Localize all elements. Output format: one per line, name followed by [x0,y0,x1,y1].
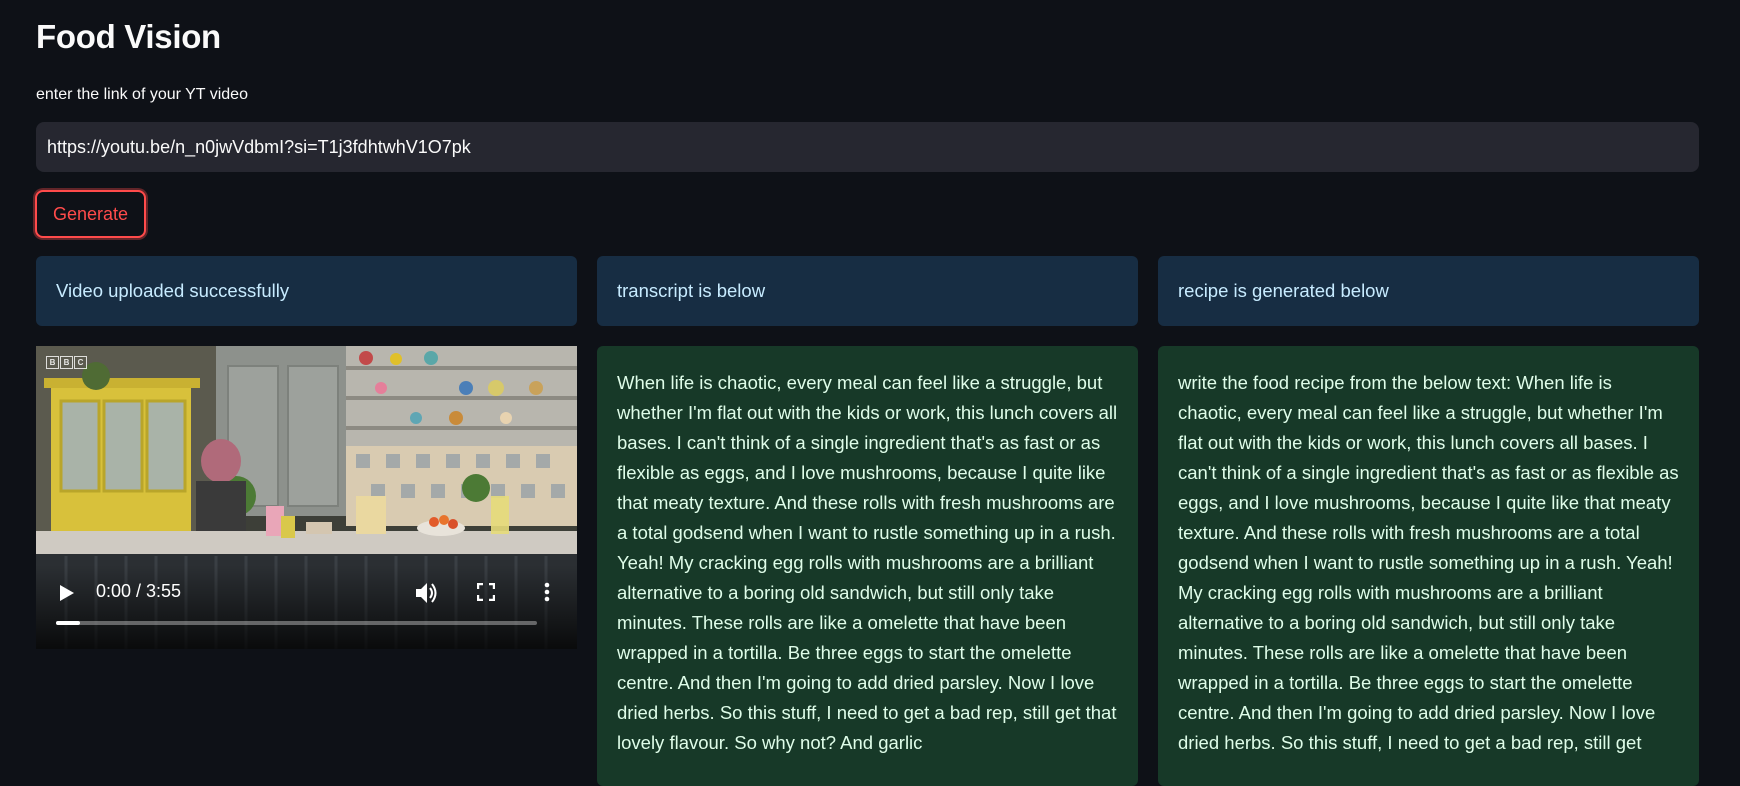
page-title: Food Vision [36,18,221,55]
more-options-icon[interactable] [544,582,550,602]
url-input[interactable] [36,122,1699,172]
url-input-label: enter the link of your YT video [36,86,248,103]
video-status-banner: Video uploaded successfully [36,256,577,326]
recipe-text: write the food recipe from the below tex… [1178,372,1679,753]
transcript-box: When life is chaotic, every meal can fee… [597,346,1138,786]
play-icon[interactable] [60,585,74,601]
transcript-status-banner: transcript is below [597,256,1138,326]
recipe-box: write the food recipe from the below tex… [1158,346,1699,786]
transcript-status-text: transcript is below [617,280,766,301]
video-player[interactable]: B B C 0:00 / 3:55 [36,346,577,649]
video-progress-bar[interactable] [56,621,537,625]
recipe-status-banner: recipe is generated below [1158,256,1699,326]
video-status-text: Video uploaded successfully [56,280,290,301]
video-time: 0:00 / 3:55 [96,581,182,601]
fullscreen-icon[interactable] [477,583,495,601]
generate-button[interactable]: Generate [35,190,146,238]
bbc-logo: B B C [46,356,87,369]
volume-icon[interactable] [416,582,440,604]
recipe-status-text: recipe is generated below [1178,280,1389,301]
video-progress-fill [56,621,81,625]
video-controls-bar [36,565,577,649]
transcript-text: When life is chaotic, every meal can fee… [617,372,1118,753]
